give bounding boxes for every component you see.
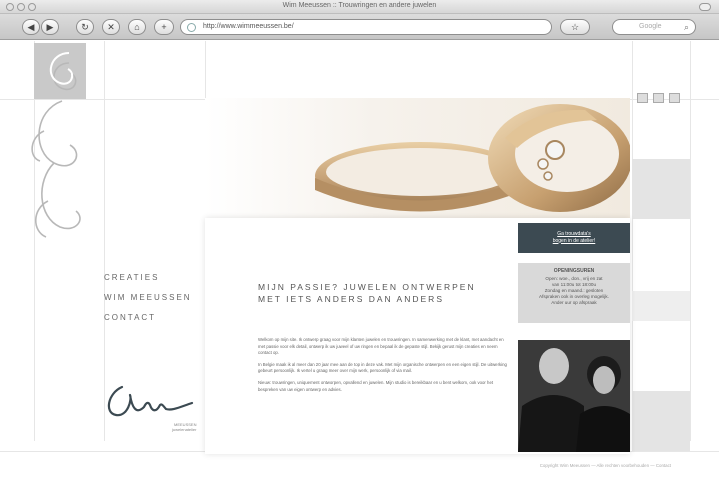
browser-toolbar: ◀ ▶ ↻ ✕ ⌂ + http://www.wimmeeussen.be/ ☆… <box>0 14 719 40</box>
back-button[interactable]: ◀ <box>22 19 40 35</box>
main-navigation: CREATIES WIM MEEUSSEN CONTACT <box>104 273 192 333</box>
plus-icon: + <box>161 22 167 32</box>
paragraph: Nieuw: trouwringen, uniquement ontworpen… <box>258 379 494 392</box>
share-icon[interactable] <box>669 93 680 103</box>
forward-button[interactable]: ▶ <box>41 19 59 35</box>
nav-item-wim-meeussen[interactable]: WIM MEEUSSEN <box>104 293 192 302</box>
hours-line: Ander uur op afspraak <box>551 300 597 305</box>
bookmark-add-button[interactable]: + <box>154 19 174 35</box>
portrait-photo <box>518 340 630 452</box>
nav-item-contact[interactable]: CONTACT <box>104 313 192 322</box>
paragraph: Welkom op mijn site. Ik ontwerp graag vo… <box>258 337 504 356</box>
hours-title: OPENINGSUREN <box>553 268 595 274</box>
headline-line-2: MET IETS ANDERS DAN ANDERS <box>258 294 444 304</box>
nav-item-creaties[interactable]: CREATIES <box>104 273 192 282</box>
footer-text: Copyright Wim Meeussen — Alle rechten vo… <box>539 463 671 468</box>
grid-line <box>690 41 691 441</box>
hero-rings-image <box>205 98 630 218</box>
grid-line <box>632 41 633 441</box>
address-text: http://www.wimmeeussen.be/ <box>203 23 294 30</box>
stop-button[interactable]: ✕ <box>102 19 120 35</box>
toolbar-toggle-icon[interactable] <box>699 3 711 11</box>
decor-block <box>632 391 690 451</box>
ornament-swirl-icon <box>31 52 81 238</box>
intro-text: Welkom op mijn site. Ik ontwerp graag vo… <box>258 337 508 398</box>
page-headline: MIJN PASSIE? JUWELEN ONTWERPEN MET IETS … <box>258 281 508 305</box>
signature-sub-line-2: juwelenatelier <box>172 427 197 432</box>
address-bar[interactable]: http://www.wimmeeussen.be/ <box>180 19 552 35</box>
signature-subtitle: MEEUSSEN juwelenatelier <box>172 422 196 432</box>
web-page: CREATIES WIM MEEUSSEN CONTACT MIJN PASSI… <box>0 41 719 481</box>
bookmark-menu-button[interactable]: ☆ <box>560 19 590 35</box>
star-icon: ☆ <box>570 22 580 32</box>
headline-line-1: MIJN PASSIE? JUWELEN ONTWERPEN <box>258 282 476 292</box>
paragraph: In Belgie maak ik al meer dan 20 jaar me… <box>258 361 507 374</box>
home-button[interactable]: ⌂ <box>128 19 146 35</box>
decor-block <box>632 291 690 321</box>
cta-line-2: bogen in de atelier! <box>552 237 596 244</box>
window-titlebar: Wim Meeussen :: Trouwringen en andere ju… <box>0 0 719 14</box>
portrait-image <box>518 340 630 452</box>
decor-block <box>632 159 690 219</box>
cta-link-box[interactable]: Ga trouwdata's bogen in de atelier! <box>518 223 630 253</box>
search-placeholder: Google <box>639 23 662 30</box>
window-title: Wim Meeussen :: Trouwringen en andere ju… <box>282 2 437 9</box>
rings-image <box>315 104 630 212</box>
magnifier-icon: ⌕ <box>683 22 689 32</box>
reload-button[interactable]: ↻ <box>76 19 94 35</box>
search-input[interactable]: Google ⌕ <box>612 19 696 35</box>
opening-hours-box: OPENINGSUREN Open: woe., don., vrij en z… <box>518 263 630 323</box>
share-icon[interactable] <box>653 93 664 103</box>
globe-icon <box>187 23 196 32</box>
share-icon[interactable] <box>637 93 648 103</box>
